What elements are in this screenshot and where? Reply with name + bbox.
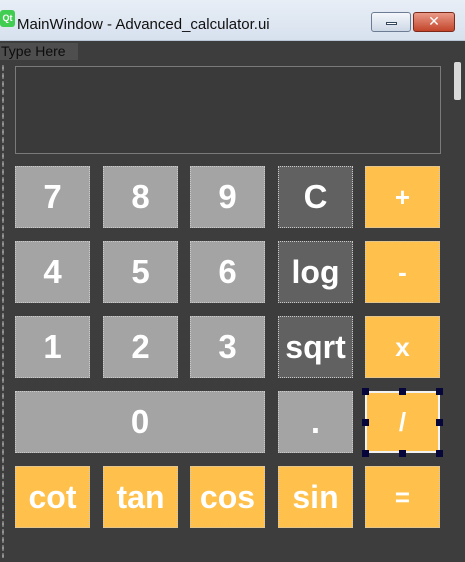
- resize-handle-bottom-right[interactable]: [436, 450, 443, 457]
- button-1[interactable]: 1: [15, 316, 90, 378]
- button-8[interactable]: 8: [103, 166, 178, 228]
- qt-app-icon: Qt: [0, 10, 15, 27]
- decimal-button[interactable]: .: [278, 391, 353, 453]
- button-3[interactable]: 3: [190, 316, 265, 378]
- title-bar: Qt MainWindow - Advanced_calculator.ui ✕: [0, 0, 465, 41]
- tan-button[interactable]: tan: [103, 466, 178, 528]
- cos-button[interactable]: cos: [190, 466, 265, 528]
- resize-handle-right[interactable]: [436, 419, 443, 426]
- resize-handle-left[interactable]: [362, 419, 369, 426]
- designer-window: Qt MainWindow - Advanced_calculator.ui ✕…: [0, 0, 465, 562]
- cot-button[interactable]: cot: [15, 466, 90, 528]
- sin-button[interactable]: sin: [278, 466, 353, 528]
- resize-handle-bottom[interactable]: [399, 450, 406, 457]
- button-5[interactable]: 5: [103, 241, 178, 303]
- resize-handle-top-right[interactable]: [436, 388, 443, 395]
- minimize-icon: [386, 22, 397, 25]
- scrollbar-thumb[interactable]: [454, 62, 461, 100]
- menu-bar: Type Here: [0, 41, 465, 61]
- button-6[interactable]: 6: [190, 241, 265, 303]
- close-icon: ✕: [428, 14, 440, 30]
- calculator-display[interactable]: [15, 66, 441, 154]
- multiply-button[interactable]: x: [365, 316, 440, 378]
- minus-button[interactable]: -: [365, 241, 440, 303]
- close-button[interactable]: ✕: [413, 12, 455, 32]
- resize-handle-top-left[interactable]: [362, 388, 369, 395]
- menu-type-here[interactable]: Type Here: [0, 43, 78, 60]
- window-title: MainWindow - Advanced_calculator.ui: [17, 16, 270, 33]
- sqrt-button[interactable]: sqrt: [278, 316, 353, 378]
- equals-button[interactable]: =: [365, 466, 440, 528]
- button-2[interactable]: 2: [103, 316, 178, 378]
- button-7[interactable]: 7: [15, 166, 90, 228]
- plus-button[interactable]: +: [365, 166, 440, 228]
- button-4[interactable]: 4: [15, 241, 90, 303]
- resize-handle-bottom-left[interactable]: [362, 450, 369, 457]
- button-0[interactable]: 0: [15, 391, 265, 453]
- minimize-button[interactable]: [371, 12, 411, 32]
- layout-grid-guides: [2, 64, 4, 558]
- button-9[interactable]: 9: [190, 166, 265, 228]
- log-button[interactable]: log: [278, 241, 353, 303]
- divide-button[interactable]: /: [365, 391, 440, 453]
- clear-button[interactable]: C: [278, 166, 353, 228]
- resize-handle-top[interactable]: [399, 388, 406, 395]
